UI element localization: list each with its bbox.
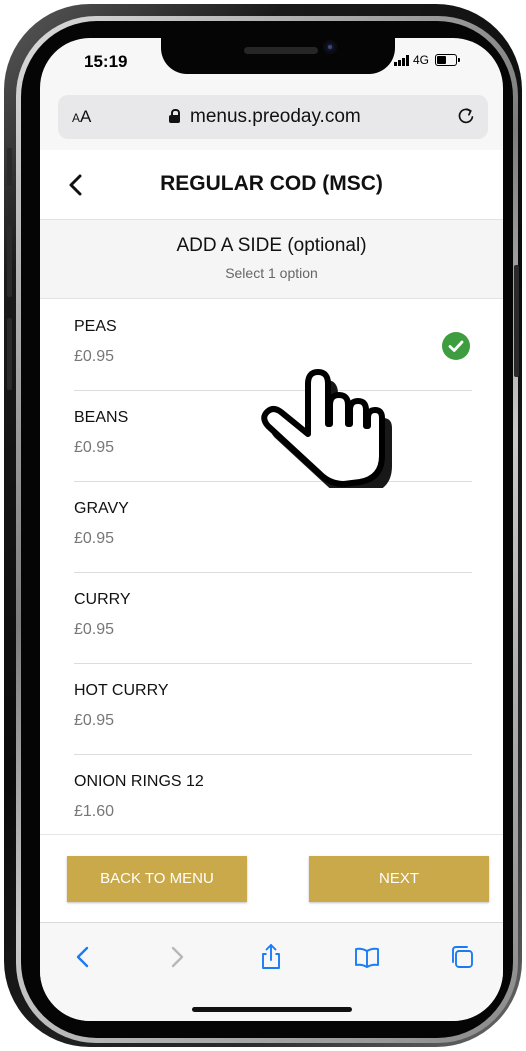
- address-bar[interactable]: AA menus.preoday.com: [58, 95, 488, 139]
- speaker-grille: [244, 47, 318, 54]
- check-icon: [442, 332, 470, 360]
- page-title: REGULAR COD (MSC): [160, 172, 383, 195]
- option-price: £0.95: [74, 621, 115, 638]
- option-name: ONION RINGS 12: [74, 773, 204, 790]
- status-indicators: 4G: [394, 53, 461, 67]
- tabs-icon[interactable]: [448, 943, 476, 971]
- next-button[interactable]: NEXT: [309, 856, 489, 902]
- notch: [161, 38, 395, 74]
- option-price: £0.95: [74, 530, 115, 547]
- back-to-menu-button[interactable]: BACK TO MENU: [67, 856, 247, 902]
- mute-switch: [7, 148, 12, 186]
- page-header: REGULAR COD (MSC): [40, 150, 503, 220]
- option-price: £0.95: [74, 348, 115, 365]
- action-bar: BACK TO MENU NEXT: [40, 834, 503, 923]
- power-button: [514, 265, 519, 377]
- status-time: 15:19: [84, 52, 128, 71]
- option-name: GRAVY: [74, 500, 129, 517]
- share-icon[interactable]: [257, 943, 285, 971]
- phone-screen: 15:19 4G AA menus.preoday.com REGULAR CO…: [40, 38, 503, 1021]
- option-item[interactable]: HOT CURRY £0.95: [74, 663, 472, 755]
- network-type: 4G: [413, 53, 430, 67]
- safari-toolbar: [40, 922, 503, 1021]
- option-price: £1.60: [74, 803, 115, 820]
- option-item[interactable]: ONION RINGS 12 £1.60: [74, 754, 472, 834]
- bookmarks-icon[interactable]: [353, 943, 381, 971]
- option-group-subtitle: Select 1 option: [225, 265, 318, 281]
- url-text[interactable]: menus.preoday.com: [190, 106, 361, 128]
- reload-icon[interactable]: [456, 106, 476, 126]
- option-item[interactable]: GRAVY £0.95: [74, 481, 472, 573]
- option-name: CURRY: [74, 591, 131, 608]
- text-size-button[interactable]: AA: [72, 107, 91, 127]
- option-price: £0.95: [74, 439, 115, 456]
- volume-down-button: [7, 318, 12, 390]
- volume-up-button: [7, 225, 12, 297]
- option-group-header: ADD A SIDE (optional) Select 1 option: [40, 220, 503, 299]
- option-price: £0.95: [74, 712, 115, 729]
- front-camera: [323, 40, 337, 54]
- hand-pointer-icon: [261, 369, 392, 488]
- option-name: BEANS: [74, 409, 129, 426]
- option-group-title: ADD A SIDE (optional): [176, 235, 367, 256]
- option-item[interactable]: CURRY £0.95: [74, 572, 472, 664]
- back-icon[interactable]: [70, 943, 98, 971]
- forward-icon[interactable]: [162, 943, 190, 971]
- option-name: HOT CURRY: [74, 682, 169, 699]
- option-name: PEAS: [74, 318, 117, 335]
- battery-icon: [435, 54, 461, 66]
- text-size-label: A: [80, 107, 92, 126]
- signal-icon: [394, 54, 409, 66]
- home-indicator: [192, 1007, 352, 1012]
- lock-icon: [169, 109, 180, 123]
